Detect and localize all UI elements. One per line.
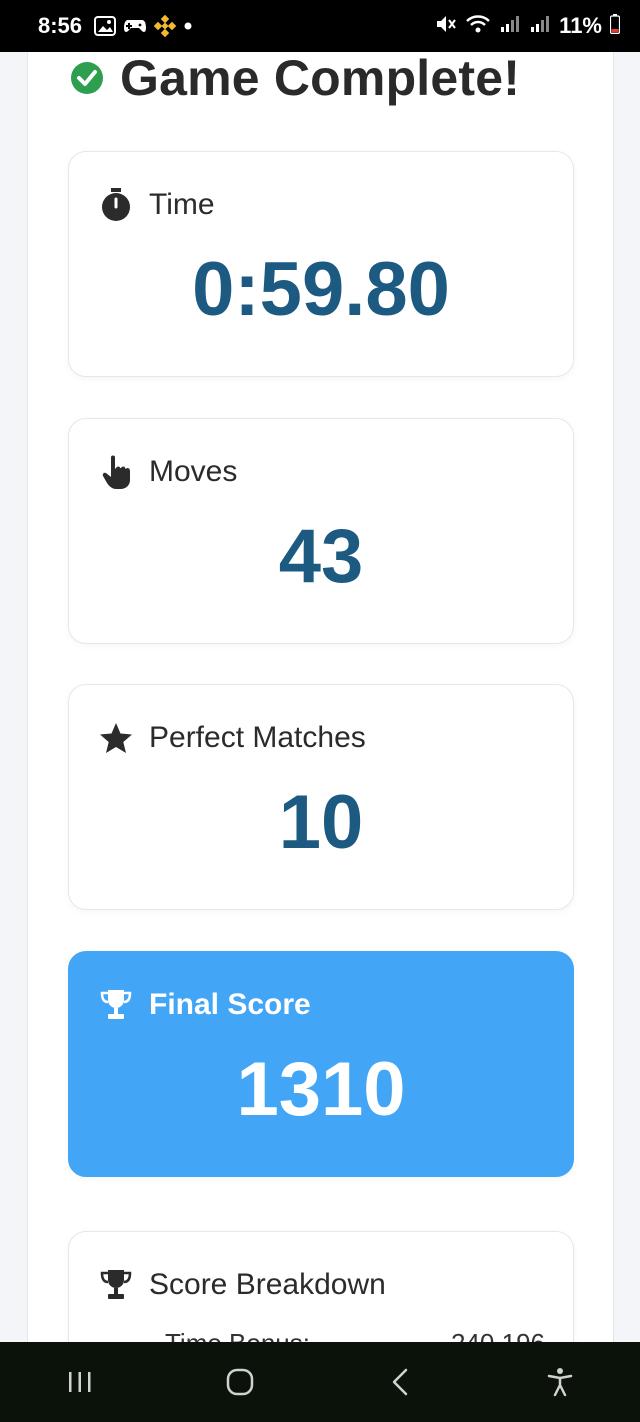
game-controller-icon xyxy=(123,17,147,35)
accessibility-icon[interactable] xyxy=(530,1352,590,1412)
perfect-matches-label: Perfect Matches xyxy=(149,721,366,754)
trophy-icon xyxy=(99,988,133,1022)
perfect-matches-card: Perfect Matches 10 xyxy=(68,684,574,910)
moves-card: Moves 43 xyxy=(68,418,574,644)
trophy-icon-breakdown xyxy=(99,1268,133,1302)
time-value: 0:59.80 xyxy=(192,247,450,332)
status-bar: 8:56 11% xyxy=(0,0,640,52)
breakdown-row-value: 240.196 xyxy=(451,1328,545,1342)
final-score-label: Final Score xyxy=(149,988,311,1021)
star-icon xyxy=(99,721,133,755)
notification-dot-icon xyxy=(183,21,193,31)
moves-label: Moves xyxy=(149,455,238,488)
score-breakdown-card: Score Breakdown Time Bonus: 240.196 xyxy=(68,1231,574,1342)
signal-icon xyxy=(499,15,521,38)
final-score-value: 1310 xyxy=(236,1047,406,1132)
page-heading: Game Complete! xyxy=(70,52,521,106)
moves-value: 43 xyxy=(278,514,364,599)
score-breakdown-title: Score Breakdown xyxy=(149,1268,386,1301)
battery-text: 11% xyxy=(559,13,602,38)
time-card: Time 0:59.80 xyxy=(68,151,574,377)
home-button[interactable] xyxy=(210,1352,270,1412)
breakdown-row: Time Bonus: 240.196 xyxy=(165,1328,545,1342)
system-nav-bar xyxy=(0,1342,640,1422)
breakdown-row-label: Time Bonus: xyxy=(165,1328,310,1342)
battery-icon xyxy=(609,13,621,39)
signal-icon-2 xyxy=(529,15,551,38)
stopwatch-icon xyxy=(99,188,133,222)
wifi-icon xyxy=(465,14,491,39)
recent-apps-button[interactable] xyxy=(50,1352,110,1412)
check-circle-icon xyxy=(70,61,104,95)
mute-icon xyxy=(435,14,457,39)
final-score-card: Final Score 1310 xyxy=(68,951,574,1177)
results-panel: Game Complete! Time 0:59.80 Moves 43 Per… xyxy=(27,52,614,1342)
status-time: 8:56 xyxy=(38,13,83,38)
binance-icon xyxy=(154,15,177,37)
back-button[interactable] xyxy=(370,1352,430,1412)
time-label: Time xyxy=(149,188,215,221)
hand-pointer-icon xyxy=(99,455,133,489)
gallery-icon xyxy=(94,16,117,36)
perfect-matches-value: 10 xyxy=(278,780,364,865)
page-title: Game Complete! xyxy=(120,52,521,106)
